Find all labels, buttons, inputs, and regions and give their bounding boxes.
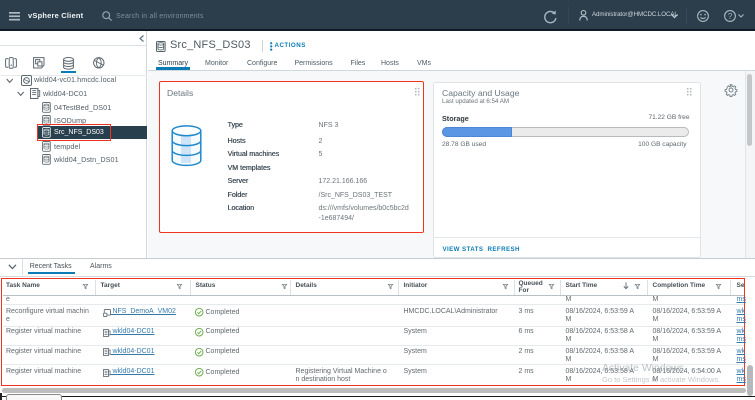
svg-text:?: ? xyxy=(727,11,732,20)
